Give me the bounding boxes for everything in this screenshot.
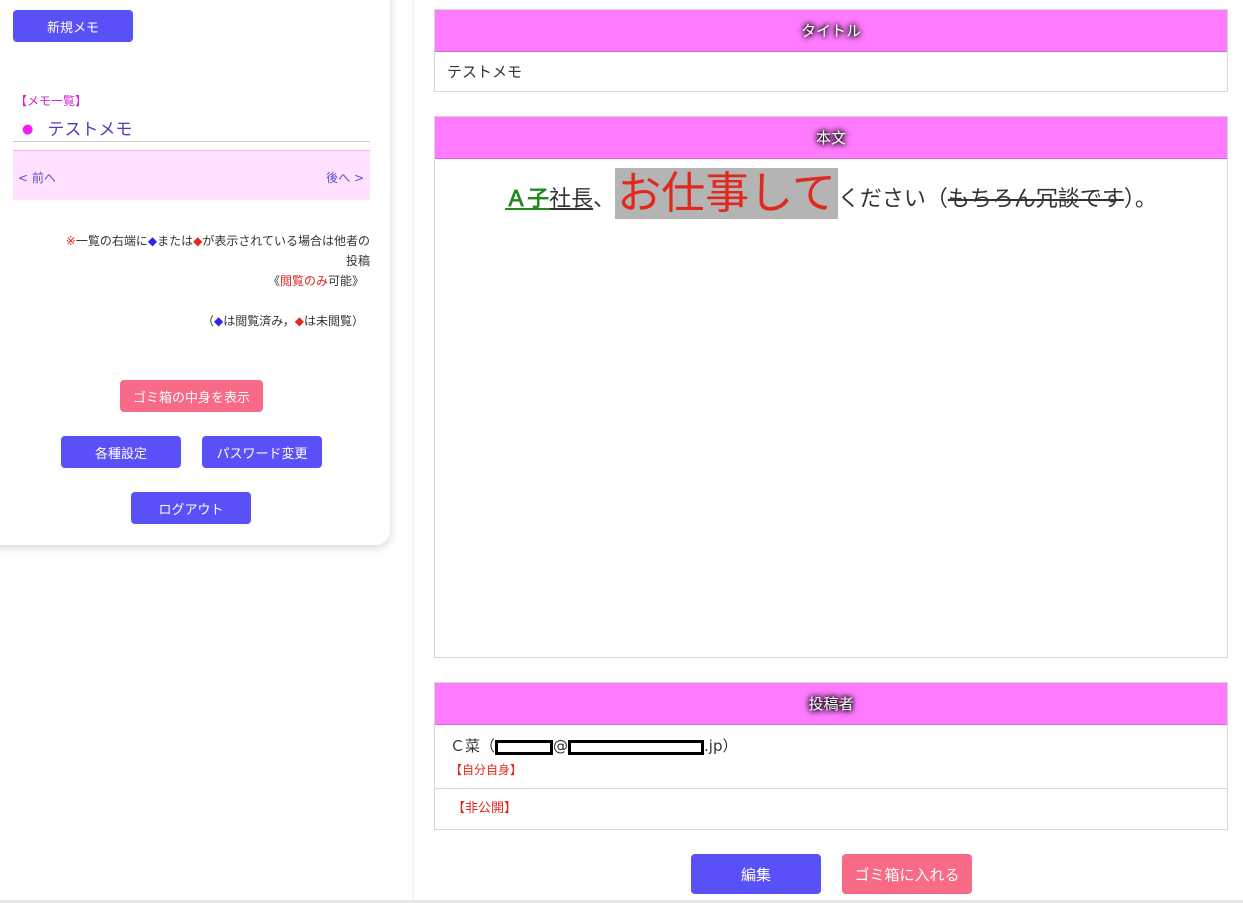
body-bold-name: Ａ子 [505,187,550,212]
memo-list-item-label: テストメモ [47,120,133,140]
body-panel: 本文 Ａ子社長、お仕事してください（もちろん冗談です）。 [434,116,1228,658]
settings-button[interactable]: 各種設定 [61,436,181,468]
blue-diamond-icon: ◆ [213,314,224,328]
others-post-note: ※一覧の右端に◆または◆が表示されている場合は他者の 投稿 《閲覧のみ可能》 [13,231,370,291]
title-panel: タイトル テストメモ [434,9,1228,92]
email-at: @ [553,737,569,755]
blue-diamond-icon: ◆ [147,234,158,248]
pager: < 前へ 後へ > [13,150,370,200]
body-text: ください（ [837,187,948,212]
logout-button[interactable]: ログアウト [131,492,251,524]
move-to-trash-button[interactable]: ゴミ箱に入れる [842,854,972,894]
body-underlined-title: 社長 [549,187,594,212]
author-info: Ｃ菜（ @ .jp） 【自分自身】 [435,725,1227,789]
note-line-3: 《閲覧のみ可能》 [13,271,370,291]
red-diamond-icon: ◆ [294,314,304,328]
author-email-line: Ｃ菜（ @ .jp） [450,735,1227,756]
email-suffix: .jp） [704,737,738,755]
center-divider [412,0,414,903]
body-strikethrough-text: もちろん冗談です [947,187,1124,212]
memo-list-separator [13,141,370,142]
self-tag: 【自分自身】 [450,763,523,777]
note-mark: ※ [65,234,76,248]
memo-body: Ａ子社長、お仕事してください（もちろん冗談です）。 [435,159,1227,225]
title-value: テストメモ [447,63,523,81]
note-text: または [157,234,194,248]
redacted-email-user [495,740,554,755]
body-highlighted-text: お仕事して [615,168,838,219]
show-trash-button[interactable]: ゴミ箱の中身を表示 [120,380,263,412]
note-text: 《 [267,274,280,288]
author-header: 投稿者 [435,683,1227,725]
memo-list-title: 【メモ一覧】 [15,94,88,108]
note-line-2: 投稿 [345,254,370,268]
diamond-legend: （◆は閲覧済み，◆は未閲覧） [13,312,364,329]
view-only-emphasis: 閲覧のみ [279,274,328,288]
new-memo-button[interactable]: 新規メモ [13,10,133,42]
title-header: タイトル [435,10,1227,52]
body-header: 本文 [435,117,1227,159]
red-diamond-icon: ◆ [193,234,203,248]
next-page-link[interactable]: 後へ > [326,169,364,186]
body-text: ）。 [1123,187,1157,212]
note-text: が表示されている場合は他者の [202,234,370,248]
prev-page-link[interactable]: < 前へ [18,169,56,186]
private-tag: 【非公開】 [452,801,518,816]
legend-text: は閲覧済み， [223,314,295,328]
author-name: Ｃ菜（ [450,737,496,755]
author-panel: 投稿者 Ｃ菜（ @ .jp） 【自分自身】 【非公開】 [434,682,1228,830]
note-text: 可能》 [327,274,364,288]
memo-list-item[interactable]: ● テストメモ [22,115,132,140]
legend-text: は未閲覧） [303,314,364,328]
redacted-email-domain [568,740,705,755]
legend-text: （ [201,314,214,328]
note-text: 一覧の右端に [75,234,148,248]
body-text: 、 [593,187,616,212]
password-change-button[interactable]: パスワード変更 [202,436,322,468]
edit-button[interactable]: 編集 [691,854,821,894]
note-line-1: ※一覧の右端に◆または◆が表示されている場合は他者の [13,231,370,251]
bullet-icon: ● [22,122,34,137]
